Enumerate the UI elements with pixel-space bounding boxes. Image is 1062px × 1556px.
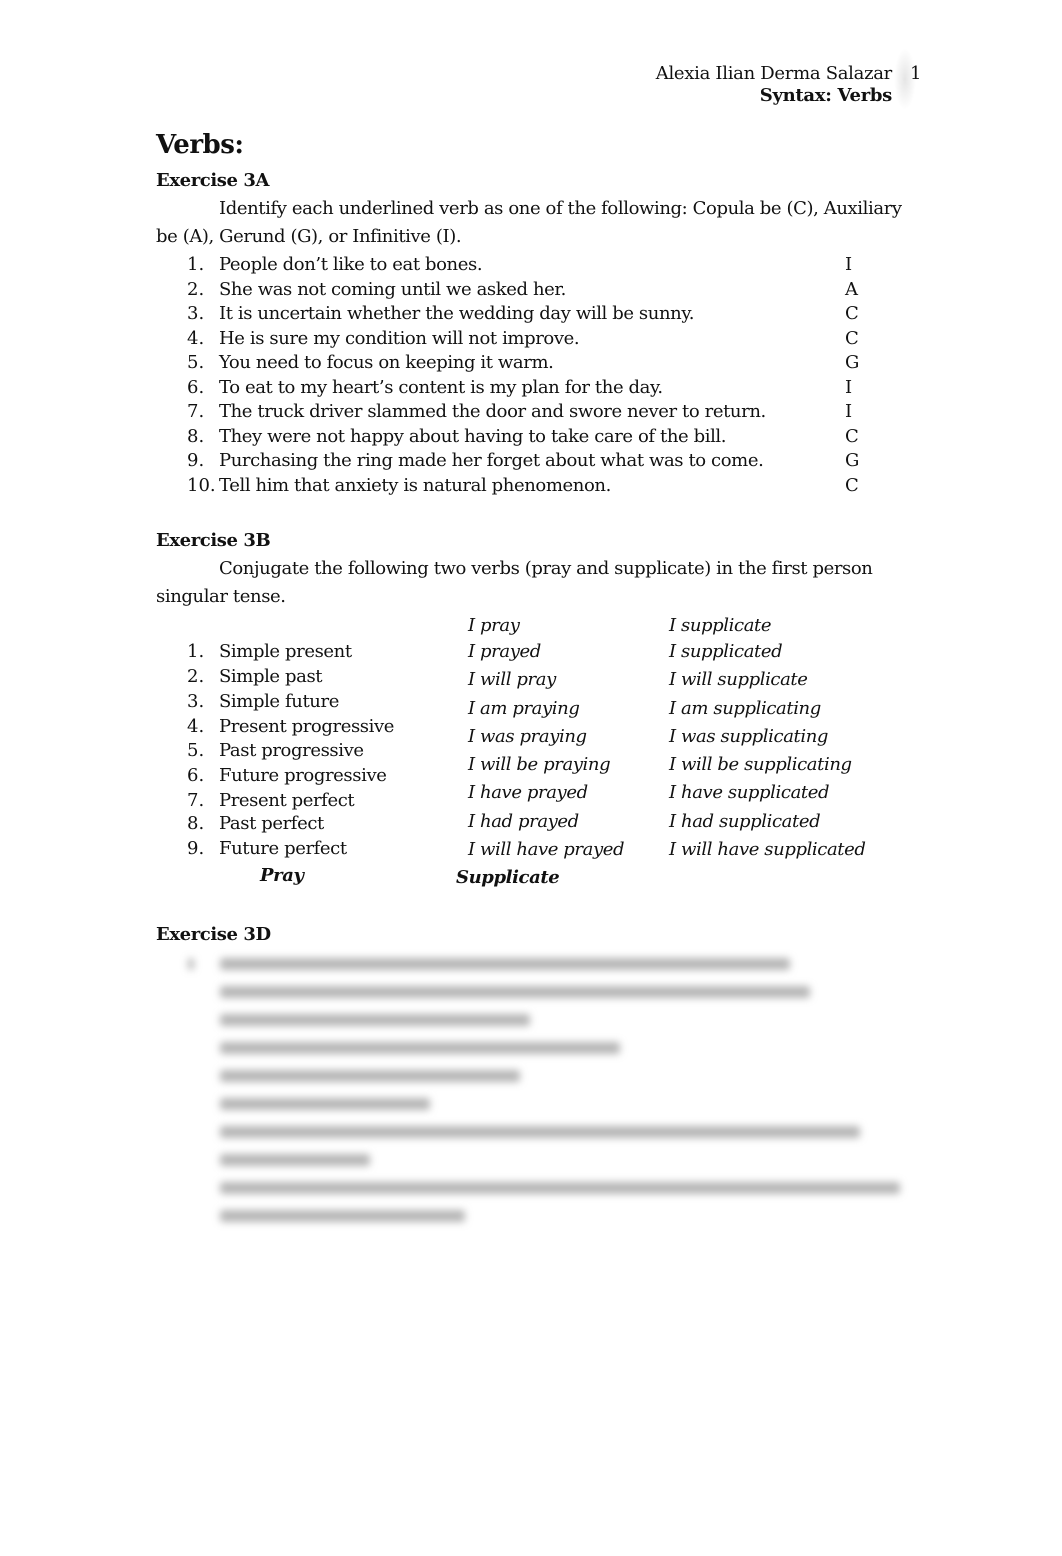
tense-label: Present perfect bbox=[219, 790, 355, 811]
supplicate-form: I will supplicate bbox=[669, 669, 808, 690]
item-answer: C bbox=[845, 328, 859, 349]
item-sentence: They were not happy about having to take… bbox=[219, 426, 727, 447]
item-answer: G bbox=[845, 352, 860, 373]
item-answer: I bbox=[845, 401, 853, 422]
item-number: 4. bbox=[187, 328, 205, 349]
exercise-3d-heading: Exercise 3D bbox=[156, 924, 271, 945]
blurred-line bbox=[220, 986, 810, 998]
supplicate-form: I was supplicating bbox=[669, 726, 829, 747]
exercise-3b-instructions-cont: singular tense. bbox=[156, 586, 286, 607]
item-sentence: People don’t like to eat bones. bbox=[219, 254, 483, 275]
supplicate-column-label: Supplicate bbox=[456, 867, 560, 888]
item-sentence: The truck driver slammed the door and sw… bbox=[219, 401, 766, 422]
item-answer: I bbox=[845, 377, 853, 398]
tense-number: 3. bbox=[187, 691, 205, 712]
item-sentence: Purchasing the ring made her forget abou… bbox=[219, 450, 764, 471]
tense-number: 1. bbox=[187, 641, 205, 662]
item-number: 3. bbox=[187, 303, 205, 324]
supplicate-form: I had supplicated bbox=[669, 811, 821, 832]
document-title: Verbs: bbox=[156, 130, 244, 160]
pray-form: I have prayed bbox=[468, 782, 588, 803]
tense-label: Simple future bbox=[219, 691, 339, 712]
item-sentence: It is uncertain whether the wedding day … bbox=[219, 303, 695, 324]
blurred-line bbox=[220, 1070, 520, 1082]
pray-form: I pray bbox=[468, 615, 520, 636]
blurred-line bbox=[220, 1126, 860, 1138]
tense-label: Simple past bbox=[219, 666, 323, 687]
exercise-3b-instructions: Conjugate the following two verbs (pray … bbox=[219, 558, 873, 579]
tense-label: Simple present bbox=[219, 641, 352, 662]
item-number: 1. bbox=[187, 254, 205, 275]
pray-form: I am praying bbox=[468, 698, 580, 719]
item-answer: I bbox=[845, 254, 853, 275]
blurred-line bbox=[220, 1014, 530, 1026]
pray-form: I will be praying bbox=[468, 754, 611, 775]
supplicate-form: I supplicated bbox=[669, 641, 783, 662]
blurred-line bbox=[220, 1042, 620, 1054]
exercise-3a-instructions-cont: be (A), Gerund (G), or Infinitive (I). bbox=[156, 226, 462, 247]
blurred-line bbox=[220, 1182, 900, 1194]
tense-label: Past progressive bbox=[219, 740, 364, 761]
tense-number: 2. bbox=[187, 666, 205, 687]
item-number: 8. bbox=[187, 426, 205, 447]
item-number: 5. bbox=[187, 352, 205, 373]
tense-label: Past perfect bbox=[219, 813, 324, 834]
item-number: 7. bbox=[187, 401, 205, 422]
supplicate-form: I am supplicating bbox=[669, 698, 821, 719]
supplicate-form: I will have supplicated bbox=[669, 839, 866, 860]
header-running-title: Syntax: Verbs bbox=[759, 85, 893, 106]
pray-form: I was praying bbox=[468, 726, 587, 747]
exercise-3a-instructions: Identify each underlined verb as one of … bbox=[219, 198, 902, 219]
item-sentence: You need to focus on keeping it warm. bbox=[219, 352, 554, 373]
pray-form: I prayed bbox=[468, 641, 541, 662]
exercise-3d-blurred-content bbox=[180, 950, 920, 1240]
tense-number: 7. bbox=[187, 790, 205, 811]
exercise-3a-heading: Exercise 3A bbox=[156, 170, 270, 191]
tense-label: Future progressive bbox=[219, 765, 387, 786]
tense-number: 4. bbox=[187, 716, 205, 737]
item-number: 2. bbox=[187, 279, 205, 300]
item-sentence: He is sure my condition will not improve… bbox=[219, 328, 580, 349]
item-number: 10. bbox=[187, 475, 216, 496]
blurred-line bbox=[220, 1210, 465, 1222]
header-author: Alexia Ilian Derma Salazar bbox=[655, 63, 893, 84]
pray-column-label: Pray bbox=[260, 865, 304, 886]
item-answer: C bbox=[845, 426, 859, 447]
item-number: 6. bbox=[187, 377, 205, 398]
item-sentence: She was not coming until we asked her. bbox=[219, 279, 566, 300]
tense-number: 5. bbox=[187, 740, 205, 761]
supplicate-form: I will be supplicating bbox=[669, 754, 852, 775]
supplicate-form: I supplicate bbox=[669, 615, 772, 636]
blurred-line bbox=[220, 1098, 430, 1110]
tense-label: Future perfect bbox=[219, 838, 347, 859]
tense-label: Present progressive bbox=[219, 716, 395, 737]
item-sentence: Tell him that anxiety is natural phenome… bbox=[219, 475, 611, 496]
tense-number: 9. bbox=[187, 838, 205, 859]
pray-form: I will have prayed bbox=[468, 839, 625, 860]
tense-number: 8. bbox=[187, 813, 205, 834]
item-answer: G bbox=[845, 450, 860, 471]
blurred-line bbox=[220, 958, 790, 970]
tense-number: 6. bbox=[187, 765, 205, 786]
item-number: 9. bbox=[187, 450, 205, 471]
item-answer: C bbox=[845, 475, 859, 496]
blurred-line bbox=[188, 958, 194, 970]
supplicate-form: I have supplicated bbox=[669, 782, 830, 803]
pray-form: I will pray bbox=[468, 669, 556, 690]
page-number: 1 bbox=[910, 63, 922, 84]
item-answer: C bbox=[845, 303, 859, 324]
pray-form: I had prayed bbox=[468, 811, 579, 832]
item-sentence: To eat to my heart’s content is my plan … bbox=[219, 377, 663, 398]
exercise-3b-heading: Exercise 3B bbox=[156, 530, 271, 551]
item-answer: A bbox=[845, 279, 858, 300]
blurred-line bbox=[220, 1154, 370, 1166]
